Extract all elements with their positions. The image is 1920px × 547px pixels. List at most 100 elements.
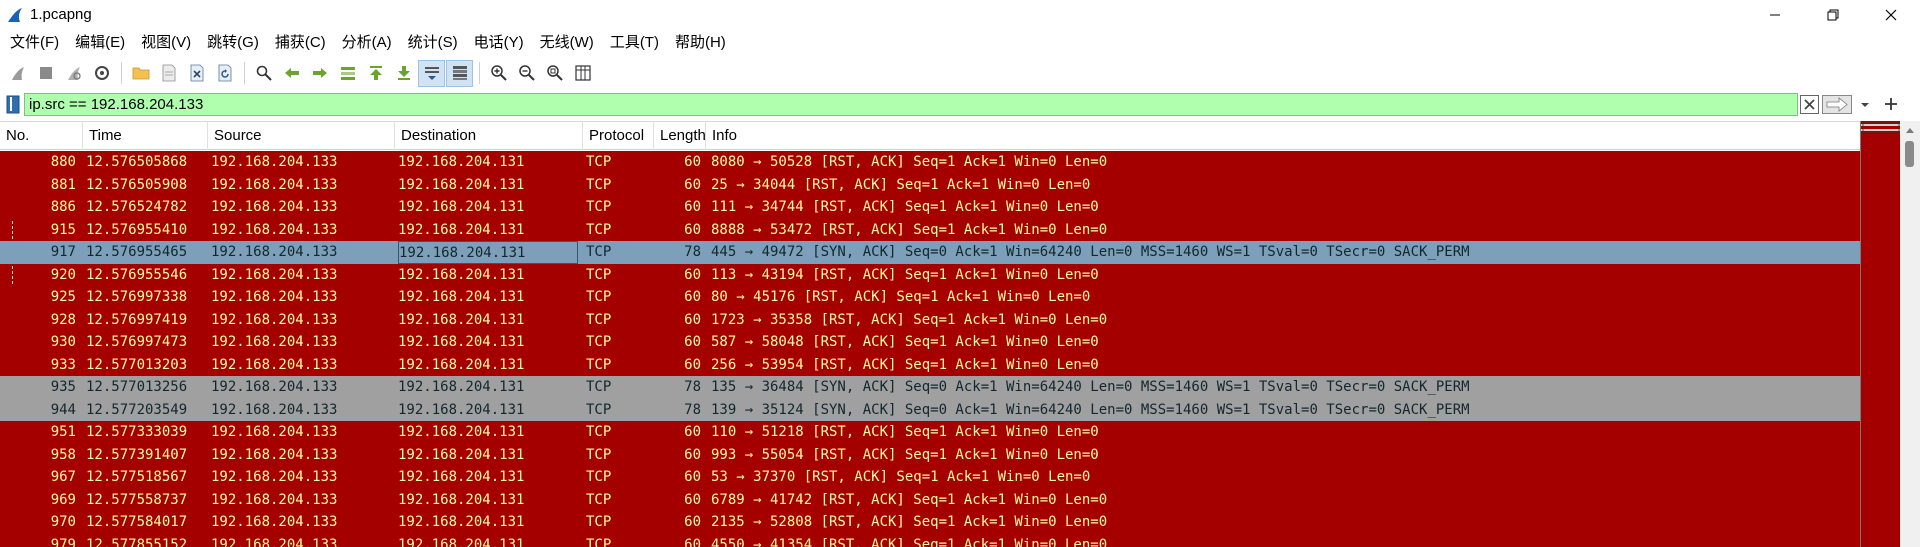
save-file-button[interactable] bbox=[155, 60, 182, 87]
capture-options-button[interactable] bbox=[88, 60, 115, 87]
packet-row[interactable]: 935 12.577013256 192.168.204.133 192.168.20… bbox=[0, 376, 1860, 399]
packet-time: 12.576955410 bbox=[86, 221, 188, 238]
packet-row[interactable]: 886 12.576524782 192.168.204.133 192.168.20… bbox=[0, 196, 1860, 219]
menu-wireless[interactable]: 无线(W) bbox=[532, 29, 602, 56]
packet-row[interactable]: 915 12.576955410 192.168.204.133 192.168.20… bbox=[0, 218, 1860, 241]
zoom-normal-button[interactable] bbox=[541, 60, 568, 87]
go-last-button[interactable] bbox=[390, 60, 417, 87]
packet-protocol: TCP bbox=[586, 514, 612, 530]
colorize-button[interactable] bbox=[446, 59, 473, 87]
restart-capture-button[interactable] bbox=[60, 60, 87, 87]
packet-row[interactable]: 967 12.577518567 192.168.204.133 192.168.20… bbox=[0, 466, 1860, 489]
open-file-button[interactable] bbox=[127, 60, 154, 87]
zoom-out-button[interactable] bbox=[513, 60, 540, 87]
packet-row[interactable]: 944 12.577203549 192.168.204.133 192.168.20… bbox=[0, 398, 1860, 421]
column-header-time[interactable]: Time bbox=[83, 122, 208, 150]
packet-length: 60 bbox=[684, 266, 701, 283]
packet-number: 944 bbox=[50, 401, 76, 418]
packet-info: 1723 → 35358 [RST, ACK] Seq=1 Ack=1 Win=… bbox=[711, 311, 1108, 328]
packet-row[interactable]: 920 12.576955546 192.168.204.133 192.168.20… bbox=[0, 263, 1860, 286]
packet-number: 979 bbox=[50, 536, 76, 547]
menu-statistics[interactable]: 统计(S) bbox=[400, 29, 466, 56]
resize-columns-button[interactable] bbox=[569, 60, 596, 87]
go-forward-button[interactable] bbox=[306, 60, 333, 87]
packet-destination: 192.168.204.131 bbox=[398, 154, 525, 170]
packet-destination: 192.168.204.131 bbox=[398, 446, 525, 463]
menu-file[interactable]: 文件(F) bbox=[2, 29, 67, 56]
zoom-in-button[interactable] bbox=[485, 60, 512, 87]
packet-row[interactable]: 881 12.576505908 192.168.204.133 192.168.20… bbox=[0, 173, 1860, 196]
close-file-button[interactable] bbox=[183, 60, 210, 87]
column-header-length[interactable]: Length bbox=[654, 122, 706, 150]
column-header-destination[interactable]: Destination bbox=[395, 122, 583, 150]
maximize-button[interactable] bbox=[1804, 0, 1862, 29]
column-header-source[interactable]: Source bbox=[208, 122, 395, 150]
packet-time: 12.576955546 bbox=[86, 266, 188, 283]
column-header-protocol[interactable]: Protocol bbox=[583, 122, 654, 150]
go-last-icon bbox=[397, 66, 410, 80]
menu-edit[interactable]: 编辑(E) bbox=[67, 29, 133, 56]
packet-row[interactable]: 928 12.576997419 192.168.204.133 192.168.20… bbox=[0, 308, 1860, 331]
filter-history-dropdown[interactable] bbox=[1856, 95, 1874, 114]
packet-row[interactable]: 969 12.577558737 192.168.204.133 192.168.20… bbox=[0, 488, 1860, 511]
find-packet-button[interactable] bbox=[250, 60, 277, 87]
go-to-packet-button[interactable] bbox=[334, 60, 361, 87]
packet-time: 12.576505908 bbox=[86, 176, 188, 193]
packet-destination: 192.168.204.131 bbox=[398, 221, 525, 238]
start-capture-icon bbox=[11, 67, 24, 80]
column-header-info[interactable]: Info bbox=[706, 122, 1860, 150]
scroll-up-icon[interactable] bbox=[1903, 124, 1917, 136]
menu-help[interactable]: 帮助(H) bbox=[667, 29, 734, 56]
packet-row[interactable]: 930 12.576997473 192.168.204.133 192.168.20… bbox=[0, 331, 1860, 354]
packet-row[interactable]: 880 12.576505868 192.168.204.133 192.168.20… bbox=[0, 151, 1860, 174]
filter-bookmark-button[interactable] bbox=[4, 94, 22, 115]
packet-row[interactable]: 925 12.576997338 192.168.204.133 192.168.20… bbox=[0, 286, 1860, 309]
window-title: 1.pcapng bbox=[30, 6, 92, 23]
packet-minimap[interactable] bbox=[1860, 121, 1901, 547]
packet-time: 12.577855152 bbox=[86, 536, 188, 547]
packet-source: 192.168.204.133 bbox=[211, 221, 338, 238]
menu-capture[interactable]: 捕获(C) bbox=[267, 29, 334, 56]
packet-row[interactable]: 917 12.576955465 192.168.204.133 192.168.20… bbox=[0, 241, 1860, 264]
menu-analyze[interactable]: 分析(A) bbox=[334, 29, 400, 56]
packet-row[interactable]: 933 12.577013203 192.168.204.133 192.168.20… bbox=[0, 353, 1860, 376]
close-file-icon bbox=[190, 64, 203, 82]
packet-destination: 192.168.204.131 bbox=[398, 311, 525, 328]
start-capture-button[interactable] bbox=[4, 60, 31, 87]
save-file-icon bbox=[162, 64, 175, 82]
menu-tools[interactable]: 工具(T) bbox=[602, 29, 667, 56]
packet-source: 192.168.204.133 bbox=[211, 469, 338, 485]
packet-row[interactable]: 970 12.577584017 192.168.204.133 192.168.20… bbox=[0, 511, 1860, 534]
packet-info: 256 → 53954 [RST, ACK] Seq=1 Ack=1 Win=0… bbox=[711, 356, 1099, 373]
display-filter-input[interactable] bbox=[24, 93, 1798, 116]
go-first-icon bbox=[369, 66, 382, 80]
column-header-no[interactable]: No. bbox=[0, 122, 83, 150]
scrollbar-thumb[interactable] bbox=[1905, 141, 1914, 167]
packet-row[interactable]: 951 12.577333039 192.168.204.133 192.168.20… bbox=[0, 421, 1860, 444]
packet-length: 60 bbox=[684, 199, 701, 215]
plus-icon bbox=[1885, 98, 1897, 110]
add-filter-button[interactable] bbox=[1880, 93, 1902, 115]
packet-row[interactable]: 979 12.577855152 192.168.204.133 192.168.20… bbox=[0, 533, 1860, 547]
packet-time: 12.576955465 bbox=[86, 244, 188, 260]
menu-go[interactable]: 跳转(G) bbox=[199, 29, 267, 56]
reload-file-button[interactable] bbox=[211, 60, 238, 87]
packet-info: 8888 → 53472 [RST, ACK] Seq=1 Ack=1 Win=… bbox=[711, 221, 1108, 238]
menu-view[interactable]: 视图(V) bbox=[133, 29, 199, 56]
packet-row[interactable]: 958 12.577391407 192.168.204.133 192.168.20… bbox=[0, 443, 1860, 466]
clear-filter-button[interactable] bbox=[1800, 95, 1819, 114]
packet-source: 192.168.204.133 bbox=[211, 154, 338, 170]
close-window-button[interactable] bbox=[1862, 0, 1920, 29]
go-forward-icon bbox=[312, 68, 327, 78]
vertical-scrollbar[interactable] bbox=[1900, 121, 1920, 547]
go-first-button[interactable] bbox=[362, 60, 389, 87]
autoscroll-button[interactable] bbox=[418, 59, 445, 87]
go-back-button[interactable] bbox=[278, 60, 305, 87]
toolbar-separator bbox=[479, 62, 480, 84]
menu-telephony[interactable]: 电话(Y) bbox=[466, 29, 532, 56]
stop-capture-button[interactable] bbox=[32, 60, 59, 87]
minimize-button[interactable] bbox=[1746, 0, 1804, 29]
packet-number: 886 bbox=[50, 199, 76, 215]
apply-filter-button[interactable] bbox=[1822, 95, 1852, 114]
packet-source: 192.168.204.133 bbox=[211, 446, 338, 463]
